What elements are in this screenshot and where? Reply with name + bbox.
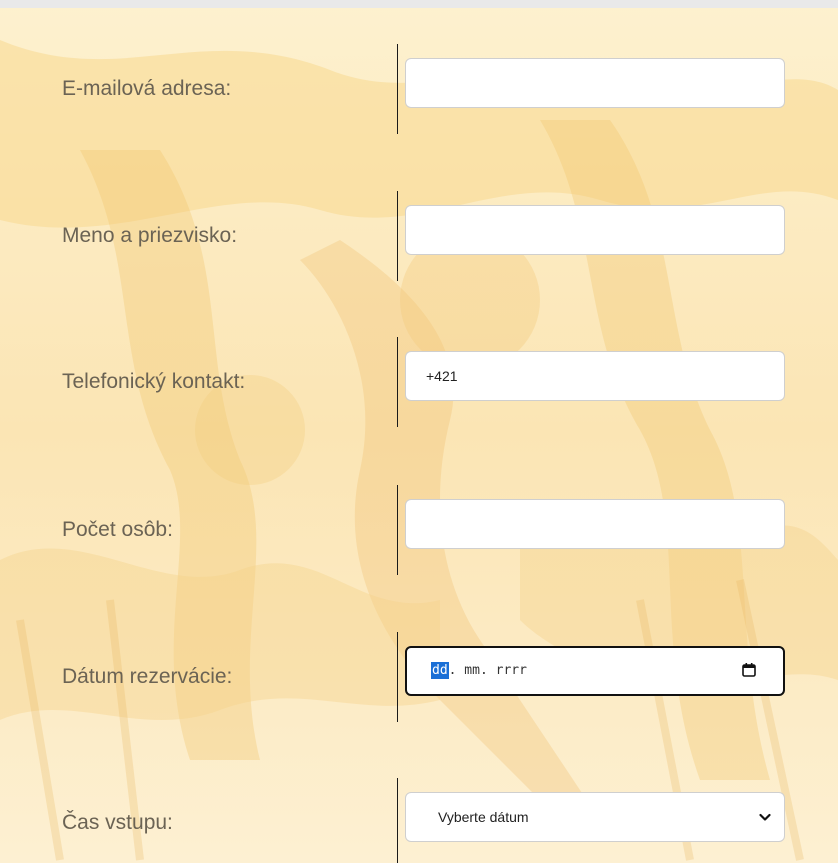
row-divider [397,337,398,427]
top-bar [0,0,838,8]
phone-value: +421 [426,368,458,384]
time-select[interactable]: Vyberte dátum [405,792,785,842]
date-placeholder: dd. mm. rrrr [431,648,527,694]
date-rest-segment[interactable]: . mm. rrrr [449,663,527,678]
persons-row: Počet osôb: [0,485,838,575]
calendar-icon[interactable] [741,662,757,678]
date-day-segment[interactable]: dd [431,662,449,679]
phone-field[interactable]: +421 [405,351,785,401]
phone-row: Telefonický kontakt: +421 [0,337,838,427]
date-label: Dátum rezervácie: [62,665,233,688]
persons-label: Počet osôb: [62,518,173,541]
time-label: Čas vstupu: [62,811,173,834]
row-divider [397,632,398,722]
date-field[interactable]: dd. mm. rrrr [405,646,785,696]
phone-label: Telefonický kontakt: [62,370,246,393]
chevron-down-icon [758,810,772,824]
time-row: Čas vstupu: Vyberte dátum [0,778,838,863]
time-select-value: Vyberte dátum [438,809,529,825]
name-label: Meno a priezvisko: [62,224,238,247]
row-divider [397,778,398,863]
name-row: Meno a priezvisko: [0,191,838,281]
date-row: Dátum rezervácie: dd. mm. rrrr [0,632,838,722]
persons-field[interactable] [405,499,785,549]
email-row: E-mailová adresa: [0,44,838,134]
row-divider [397,191,398,281]
email-label: E-mailová adresa: [62,77,232,100]
row-divider [397,485,398,575]
email-field[interactable] [405,58,785,108]
name-field[interactable] [405,205,785,255]
row-divider [397,44,398,134]
